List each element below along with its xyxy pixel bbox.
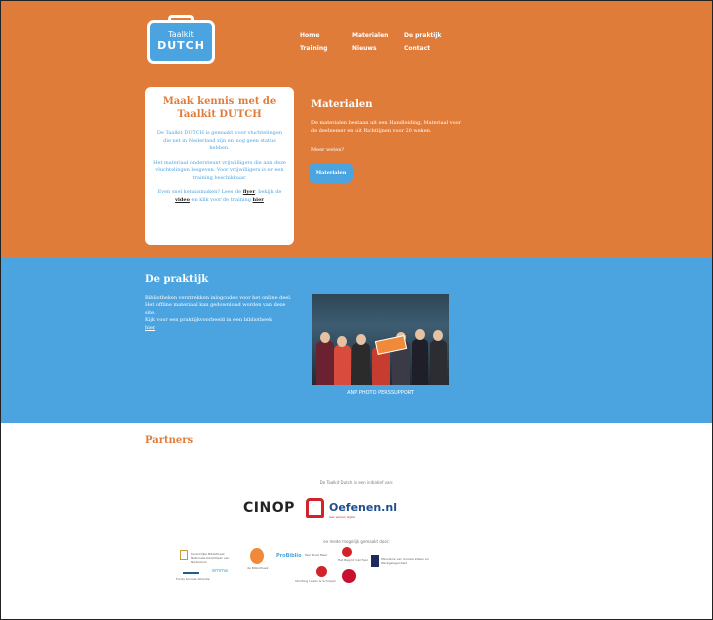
practice-link[interactable]: hier [145,325,155,331]
photo-person [430,340,447,385]
bibliotheek-logo-icon [250,548,264,564]
video-link[interactable]: video [175,197,190,203]
hbmt-logo-icon [342,547,352,557]
logo-handle-icon [168,15,194,23]
materials-button[interactable]: Materialen [309,163,353,183]
intro-paragraph-1: De Taalkit DUTCH is gemaakt voor vluchte… [156,130,283,151]
practice-paragraph: Bibliotheken verstrekken inlogcodes voor… [145,295,292,316]
partners-title: Partners [145,435,194,446]
oefenen-tagline: leer samen wijzer [329,515,356,519]
oefenen-logo[interactable]: Oefenen.nl [329,501,397,514]
training-link[interactable]: hier [253,197,264,203]
intro-text-2: , bekijk de [255,189,282,195]
intro-card: Maak kennis met de Taalkit DUTCH De Taal… [145,87,294,245]
lezen-schrijven-logo-icon [316,566,327,577]
sponsor-emma: emma [212,568,228,574]
cinop-logo[interactable]: CINOP [243,500,295,516]
nav-contact[interactable]: Contact [404,45,430,52]
oefenen-house-icon [306,498,324,518]
practice-photo [312,294,449,385]
partners-section [1,423,712,619]
intro-title: Maak kennis met de Taalkit DUTCH [162,96,277,120]
initiative-note: De Taalkit Dutch is een initiatief van: [319,480,394,485]
nav-nieuws[interactable]: Nieuws [352,45,377,52]
photo-caption: ANP PHOTO PERSSUPPORT [347,390,414,396]
nav-home[interactable]: Home [300,32,319,39]
sponsor-kb: Koninklijke Bibliotheek Nationale biblio… [191,552,230,564]
nav-de-praktijk[interactable]: De praktijk [404,32,441,39]
photo-head [356,334,366,345]
intro-paragraph-2: Het materiaal ondersteunt vrijwilligers … [153,159,286,181]
sponsor-probiblio: ProBiblio [276,553,302,559]
intro-text-3: en klik voor de training [189,196,253,203]
nav-materialen[interactable]: Materialen [352,32,388,39]
kb-logo-icon [180,550,188,560]
materials-more: Meer weten? [311,147,345,153]
photo-person [412,339,428,385]
sponsor-lezen-schrijven: Stichting Lezen & Schrijven [295,579,337,583]
nav-training[interactable]: Training [300,45,327,52]
flyer-link[interactable]: flyer [243,189,255,195]
photo-head [415,329,425,340]
photo-person [316,341,334,385]
photo-person [334,345,351,385]
intro-text-1: Even snel kennismaken? Lees de [157,189,243,195]
photo-head [320,332,330,343]
sponsor-szw: Ministerie van Sociale Zaken en Werkgele… [381,557,429,565]
supported-note: en mede mogelijk gemaakt door: [323,539,390,544]
photo-head [433,330,443,341]
logo-line2: DUTCH [157,39,205,52]
fonds-alliantie-logo-icon [342,569,356,583]
practice-title: De praktijk [145,274,209,285]
practice-paragraph-2: Kijk voor een praktijkvoorbeeld in een b… [145,317,273,324]
photo-head [337,336,347,347]
sponsor-fonds-sociale-alliantie: Fonds Sociale Alliantie [176,577,210,581]
sponsor-bibliotheek: de Bibliotheek [247,566,269,570]
site-logo[interactable]: Taalkit DUTCH [147,15,215,64]
sponsor-taal-doet-meer: Taal Doet Meer [305,553,328,557]
fonds-logo-icon [183,566,199,574]
szw-logo-icon [371,555,379,567]
materials-title: Materialen [311,99,373,110]
practice-text: Bibliotheken verstrekken inlogcodes voor… [145,295,295,332]
materials-text: De materialen bestaan uit een Handleidin… [311,120,461,134]
sponsor-het-begint-met-taal: Het Begint met Taal [338,558,368,562]
intro-paragraph-3: Even snel kennismaken? Lees de flyer, be… [153,189,286,204]
photo-person [352,343,370,385]
logo-line1: Taalkit [168,30,194,39]
